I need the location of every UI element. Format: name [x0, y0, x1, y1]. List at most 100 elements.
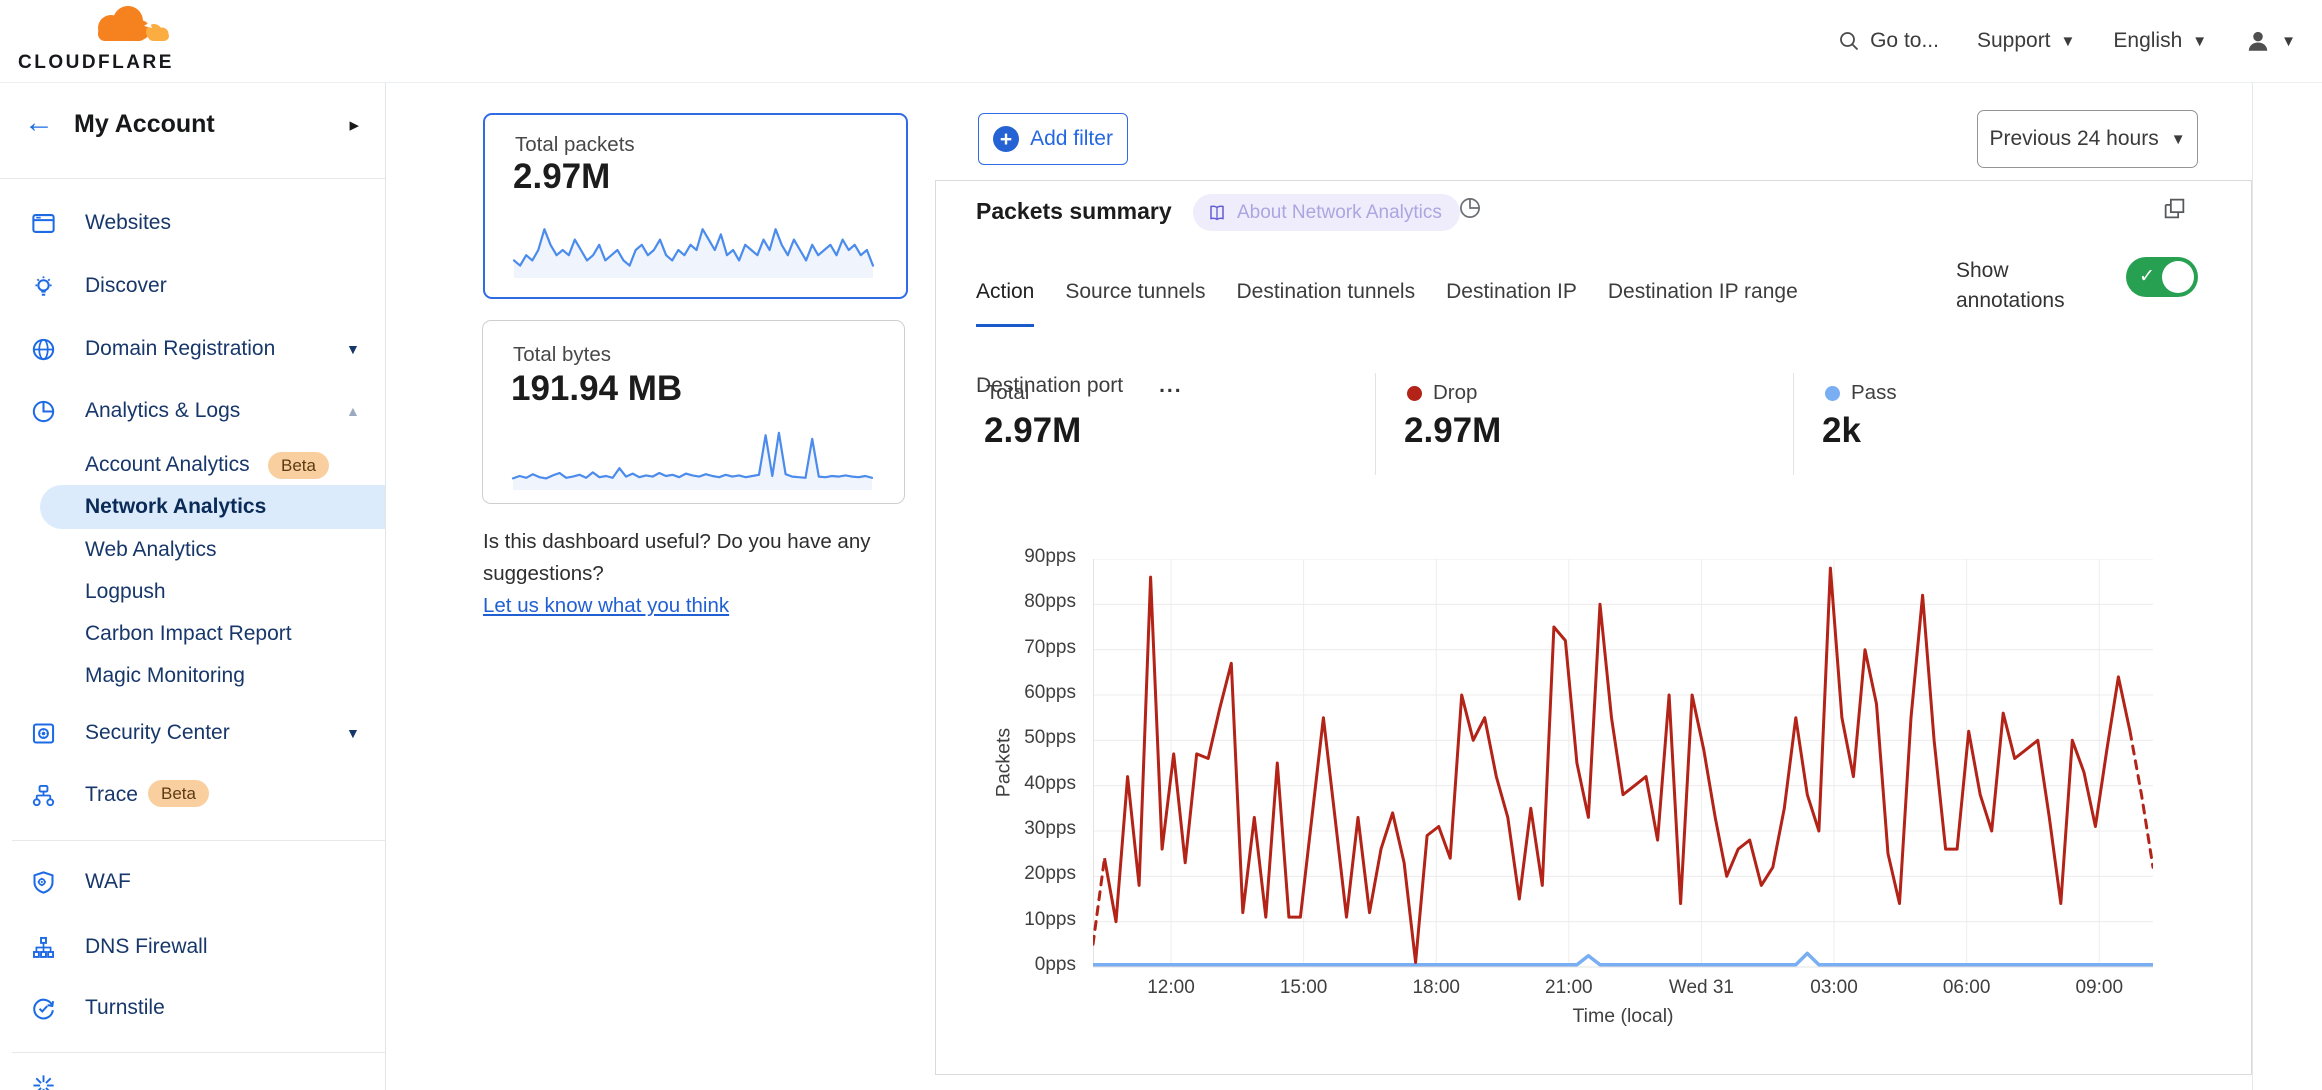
chevron-right-icon[interactable]: ▸ [349, 114, 359, 137]
more-tabs-button[interactable]: ... [1159, 382, 1183, 390]
sidebar-item-label: Logpush [85, 580, 166, 604]
sidebar-item-waf[interactable]: WAF [0, 862, 385, 902]
lightbulb-icon [30, 273, 57, 300]
sidebar-item-network-analytics[interactable]: Network Analytics [40, 485, 385, 529]
tab-destination-ip[interactable]: Destination IP [1446, 280, 1577, 327]
cloudflare-cloud-icon [16, 4, 176, 50]
sidebar-item-web-analytics[interactable]: Web Analytics [0, 532, 385, 568]
top-header: CLOUDFLARE Go to... Support ▼ English ▼ [0, 0, 2322, 83]
y-tick-label: 0pps [946, 954, 1076, 980]
about-network-analytics-badge[interactable]: About Network Analytics [1193, 194, 1460, 231]
tab-action[interactable]: Action [976, 280, 1034, 327]
book-icon [1207, 203, 1227, 223]
tab-source-tunnels[interactable]: Source tunnels [1065, 280, 1205, 327]
beta-badge: Beta [268, 452, 329, 479]
drop-legend-dot [1407, 386, 1422, 401]
search-icon [1838, 30, 1860, 52]
tab-destination-ip-range[interactable]: Destination IP range [1608, 280, 1798, 327]
support-menu[interactable]: Support ▼ [1977, 29, 2075, 53]
total-packets-sparkline [512, 219, 875, 279]
user-menu[interactable]: ▼ [2245, 28, 2296, 54]
back-arrow-icon[interactable]: ← [24, 108, 54, 138]
sidebar-item-label: Security Center [85, 721, 230, 745]
header-menu: Go to... Support ▼ English ▼ ▼ [1838, 0, 2296, 82]
sidebar-item-label: Websites [85, 211, 171, 235]
sidebar-nav: ← My Account ▸ Websites [0, 82, 386, 1090]
goto-label: Go to... [1870, 29, 1939, 53]
sidebar-item-account-analytics[interactable]: Account Analytics Beta [0, 447, 385, 483]
y-tick-label: 50pps [946, 727, 1076, 753]
sidebar-item-security-center[interactable]: Security Center ▼ [0, 713, 385, 753]
feedback-text: suggestions? [483, 562, 604, 586]
show-annotations-line2: annotations [1956, 286, 2116, 316]
beta-badge: Beta [148, 780, 209, 807]
x-tick-label: 06:00 [1907, 977, 2027, 1003]
browser-window-icon [30, 210, 57, 237]
sidebar-item-label: Magic Monitoring [85, 664, 245, 688]
chevron-down-icon: ▼ [346, 341, 360, 357]
cloudflare-logo-text: CLOUDFLARE [18, 52, 174, 74]
sidebar-item-label: Account Analytics [85, 453, 250, 477]
sidebar-item-analytics-logs[interactable]: Analytics & Logs ▲ [0, 391, 385, 431]
chevron-down-icon: ▼ [2281, 34, 2296, 49]
cloudflare-dashboard: CLOUDFLARE Go to... Support ▼ English ▼ [0, 0, 2322, 1090]
sidebar-item-trace[interactable]: Trace Beta [0, 775, 385, 815]
time-range-label: Previous 24 hours [1989, 127, 2158, 151]
show-annotations-label: Show annotations [1956, 256, 2116, 316]
hierarchy-icon [30, 934, 57, 961]
add-filter-button[interactable]: + Add filter [978, 113, 1128, 165]
chevron-down-icon: ▼ [2192, 34, 2207, 49]
sidebar-item-logpush[interactable]: Logpush [0, 574, 385, 610]
check-icon: ✓ [2139, 265, 2155, 288]
total-bytes-card[interactable]: Total bytes 191.94 MB [482, 320, 905, 504]
user-icon [2245, 28, 2271, 54]
divider [12, 1052, 385, 1053]
stat-drop-value: 2.97M [1404, 411, 1501, 451]
chevron-down-icon: ▼ [2061, 34, 2076, 49]
feedback-link[interactable]: Let us know what you think [483, 594, 729, 618]
sidebar-item-magic-monitoring[interactable]: Magic Monitoring [0, 658, 385, 694]
trace-icon [30, 782, 57, 809]
total-packets-label: Total packets [515, 133, 635, 157]
packets-line-chart [1093, 559, 2153, 968]
sidebar-item-domain-registration[interactable]: Domain Registration ▼ [0, 329, 385, 369]
sidebar-item-dns-firewall[interactable]: DNS Firewall [0, 927, 385, 967]
shield-gear-icon [30, 869, 57, 896]
cloudflare-logo[interactable]: CLOUDFLARE [16, 4, 176, 76]
expand-icon[interactable] [2162, 196, 2187, 221]
stat-total-value: 2.97M [984, 411, 1081, 451]
total-packets-card[interactable]: Total packets 2.97M [483, 113, 908, 299]
x-tick-label: 03:00 [1774, 977, 1894, 1003]
pie-chart-icon [30, 398, 57, 425]
y-tick-label: 70pps [946, 637, 1076, 663]
my-account-header: ← My Account ▸ [0, 82, 385, 178]
toggle-knob [2162, 261, 2194, 293]
refresh-check-icon [30, 995, 57, 1022]
sidebar-item-turnstile[interactable]: Turnstile [0, 988, 385, 1028]
about-badge-label: About Network Analytics [1237, 202, 1442, 224]
tab-destination-tunnels[interactable]: Destination tunnels [1236, 280, 1415, 327]
add-filter-label: Add filter [1030, 127, 1113, 151]
y-tick-label: 10pps [946, 909, 1076, 935]
sidebar-item-label: Carbon Impact Report [85, 622, 292, 646]
time-range-dropdown[interactable]: Previous 24 hours ▼ [1977, 110, 2198, 168]
sidebar-item-discover[interactable]: Discover [0, 266, 385, 306]
sidebar-item-label: Network Analytics [85, 495, 266, 519]
sidebar-item-websites[interactable]: Websites [0, 203, 385, 243]
support-label: Support [1977, 29, 2051, 53]
show-annotations-toggle[interactable]: ✓ [2126, 257, 2198, 297]
y-tick-label: 20pps [946, 863, 1076, 889]
chevron-down-icon: ▼ [2171, 132, 2186, 147]
x-tick-label: 09:00 [2039, 977, 2159, 1003]
globe-icon [30, 336, 57, 363]
y-tick-label: 80pps [946, 591, 1076, 617]
sidebar-item-label: Web Analytics [85, 538, 217, 562]
stat-total-label: Total [986, 381, 1029, 405]
goto-search[interactable]: Go to... [1838, 29, 1939, 53]
y-tick-label: 60pps [946, 682, 1076, 708]
plus-icon: + [993, 126, 1019, 152]
sidebar-item-carbon-impact-report[interactable]: Carbon Impact Report [0, 616, 385, 652]
divider [1375, 373, 1376, 475]
language-menu[interactable]: English ▼ [2113, 29, 2207, 53]
panel-tabs: Action Source tunnels Destination tunnel… [976, 280, 1798, 327]
